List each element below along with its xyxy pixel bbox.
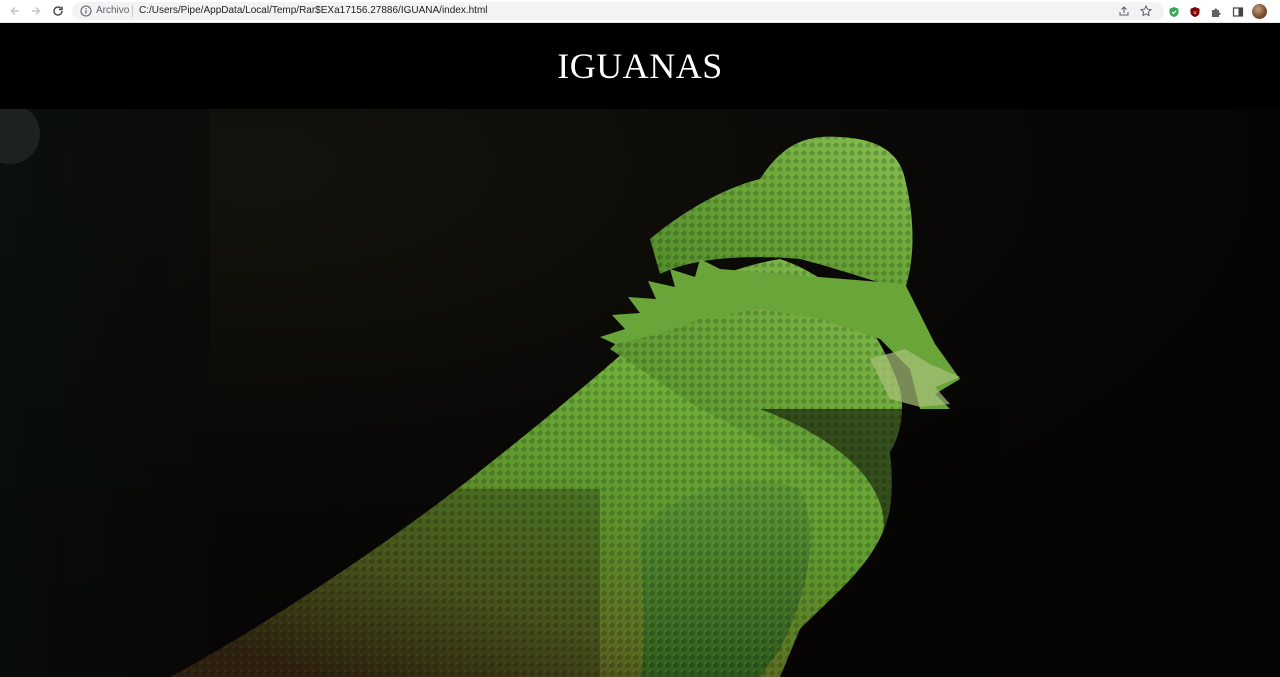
- back-button[interactable]: [7, 3, 23, 19]
- url-text[interactable]: C:/Users/Pipe/AppData/Local/Temp/Rar$EXa…: [139, 4, 488, 18]
- side-panel-button[interactable]: [1230, 4, 1245, 19]
- reload-icon: [53, 6, 63, 16]
- hero-image: [0, 109, 1280, 677]
- extensions-button[interactable]: [1208, 4, 1223, 19]
- browser-toolbar: Archivo C:/Users/Pipe/AppData/Local/Temp…: [0, 0, 1280, 23]
- divider: [132, 5, 133, 17]
- side-panel-icon: [1232, 6, 1243, 17]
- address-bar[interactable]: Archivo C:/Users/Pipe/AppData/Local/Temp…: [72, 2, 1164, 20]
- puzzle-icon: [1211, 7, 1221, 17]
- bookmark-button[interactable]: [1139, 4, 1153, 18]
- arrow-right-icon: [32, 6, 41, 16]
- page-title: IGUANAS: [557, 46, 723, 86]
- extension-ublock-button[interactable]: u: [1187, 4, 1202, 19]
- shield-icon: [1169, 6, 1178, 17]
- extension-shield-button[interactable]: [1166, 4, 1181, 19]
- scheme-label: Archivo: [96, 5, 130, 16]
- share-button[interactable]: [1117, 4, 1131, 18]
- page-header: IGUANAS: [0, 23, 1280, 109]
- share-icon: [1119, 6, 1129, 16]
- avatar[interactable]: [1252, 4, 1267, 19]
- lizard-photo: [0, 109, 1280, 677]
- star-icon: [1140, 5, 1152, 17]
- arrow-left-icon: [10, 6, 19, 16]
- ublock-icon: u: [1190, 6, 1199, 17]
- forward-button[interactable]: [28, 3, 44, 19]
- info-icon[interactable]: [80, 5, 92, 17]
- svg-text:u: u: [1193, 10, 1196, 16]
- reload-button[interactable]: [50, 3, 66, 19]
